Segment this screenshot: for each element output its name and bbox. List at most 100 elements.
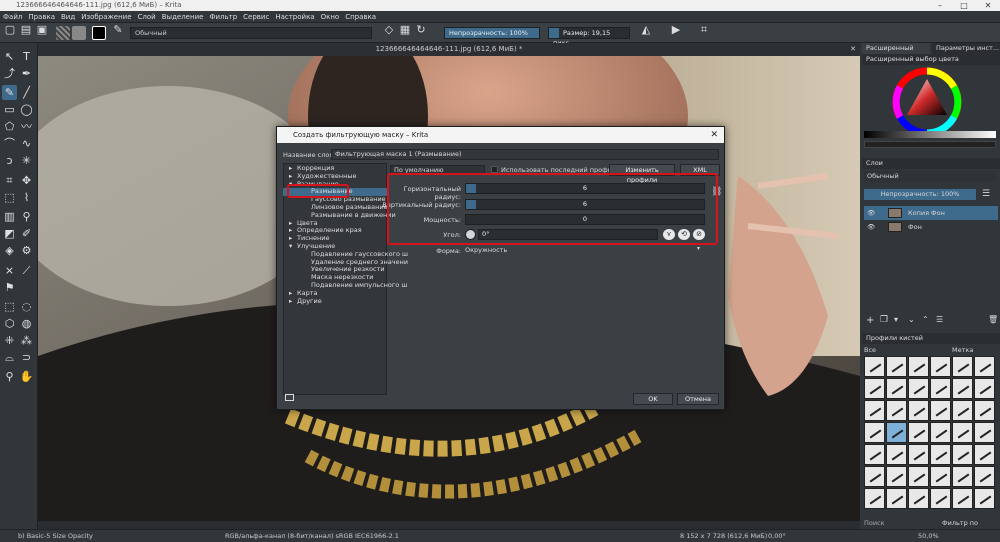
- polyline-tool-icon[interactable]: 〰: [19, 119, 34, 134]
- freehand-path-icon[interactable]: ∿: [19, 136, 34, 151]
- ok-button[interactable]: OK: [633, 393, 673, 405]
- bezier-select-icon[interactable]: ⌓: [2, 350, 17, 365]
- menu-item[interactable]: Настройка: [272, 11, 317, 23]
- edit-shapes-icon[interactable]: ⤴: [2, 66, 17, 81]
- brush-preset-thumbnail[interactable]: [864, 400, 885, 421]
- menu-item[interactable]: Слой: [135, 11, 159, 23]
- zoom-status[interactable]: 50,0%: [918, 530, 939, 542]
- eraser-mode-icon[interactable]: ◇: [383, 23, 395, 37]
- brush-tag-label[interactable]: Метка: [952, 346, 992, 355]
- size-slider[interactable]: Размер: 19,15 пикс.: [548, 27, 630, 47]
- brush-preset-thumbnail[interactable]: [908, 488, 929, 509]
- layer-row[interactable]: 👁 Копия Фон: [864, 206, 998, 220]
- brush-preset-thumbnail[interactable]: [908, 444, 929, 465]
- brush-preset-thumbnail[interactable]: [952, 466, 973, 487]
- menu-item[interactable]: Вид: [58, 11, 78, 23]
- open-file-icon[interactable]: ▤: [20, 23, 32, 37]
- move-up-icon[interactable]: ⌃: [922, 315, 929, 324]
- tab-advanced-color[interactable]: Расширенный выб...: [862, 43, 930, 63]
- brush-preset-thumbnail[interactable]: [886, 378, 907, 399]
- brush-preset-thumbnail[interactable]: [864, 466, 885, 487]
- brush-preset-thumbnail[interactable]: [908, 466, 929, 487]
- use-last-profile-checkbox[interactable]: [491, 166, 498, 173]
- brush-preset-thumbnail[interactable]: [952, 422, 973, 443]
- brush-preset-thumbnail[interactable]: [974, 356, 995, 377]
- brush-search-input[interactable]: Поиск: [864, 519, 934, 528]
- menu-item[interactable]: Выделение: [159, 11, 207, 23]
- close-window-button[interactable]: ✕: [976, 0, 1000, 11]
- brush-preset-thumbnail[interactable]: [974, 444, 995, 465]
- rectangle-tool-icon[interactable]: ▭: [2, 102, 17, 117]
- zoom-tool-icon[interactable]: ⚲: [2, 369, 17, 384]
- wrap-around-icon[interactable]: ⌗: [698, 23, 710, 37]
- gradient-tool-icon[interactable]: ▥: [2, 209, 17, 224]
- enclose-fill-icon[interactable]: ⚙: [19, 243, 34, 258]
- text-tool-icon[interactable]: T: [19, 49, 34, 64]
- save-icon[interactable]: ▣: [36, 23, 48, 37]
- rect-select-icon[interactable]: ⬚: [2, 299, 17, 314]
- brush-preset-thumbnail[interactable]: [930, 356, 951, 377]
- layer-properties-icon[interactable]: ☰: [936, 315, 943, 324]
- measure-tool-icon[interactable]: ⟋: [19, 263, 34, 278]
- opacity-slider[interactable]: Непрозрачность: 100%: [444, 27, 540, 39]
- brush-preset-thumbnail[interactable]: [974, 488, 995, 509]
- cancel-button[interactable]: Отмена: [677, 393, 719, 405]
- assistant-tool-icon[interactable]: ⨯: [2, 263, 17, 278]
- reference-tool-icon[interactable]: ⚑: [2, 280, 17, 295]
- value-strip[interactable]: [864, 131, 996, 138]
- brush-preset-thumbnail[interactable]: [886, 400, 907, 421]
- transform-tool-icon[interactable]: ⬚: [2, 190, 17, 205]
- brush-preset-thumbnail[interactable]: [886, 466, 907, 487]
- preview-toggle-icon[interactable]: [285, 394, 294, 401]
- brush-preset-thumbnail[interactable]: [930, 444, 951, 465]
- brush-preset-thumbnail[interactable]: [952, 488, 973, 509]
- duplicate-layer-icon[interactable]: ❐: [880, 315, 888, 325]
- menu-item[interactable]: Окно: [318, 11, 343, 23]
- visibility-eye-icon[interactable]: 👁: [867, 220, 875, 234]
- move-down-icon[interactable]: ⌄: [908, 315, 915, 324]
- brush-preset-thumbnail[interactable]: [952, 378, 973, 399]
- delete-layer-icon[interactable]: 🗑: [988, 315, 998, 324]
- color-history[interactable]: [864, 141, 996, 148]
- filter-tree-item[interactable]: ▸ Другие: [283, 297, 387, 306]
- tree-arrow-icon[interactable]: ▸: [289, 297, 297, 306]
- brush-preset-thumbnail[interactable]: [886, 488, 907, 509]
- layers-menu-icon[interactable]: ☰: [982, 189, 990, 199]
- magnetic-select-icon[interactable]: ⊃: [19, 350, 34, 365]
- brush-preset-thumbnail[interactable]: [930, 488, 951, 509]
- fill-tool-icon[interactable]: ◈: [2, 243, 17, 258]
- dialog-close-icon[interactable]: ✕: [710, 127, 718, 143]
- brush-preset-thumbnail[interactable]: [930, 422, 951, 443]
- crop-tool-icon[interactable]: ⌗: [2, 173, 17, 188]
- move-tool-icon[interactable]: ✥: [19, 173, 34, 188]
- warp-tool-icon[interactable]: ⌇: [19, 190, 34, 205]
- brush-preset-thumbnail[interactable]: [864, 356, 885, 377]
- brush-preset-thumbnail[interactable]: [908, 356, 929, 377]
- outline-select-icon[interactable]: ◍: [19, 316, 34, 331]
- brush-preset-thumbnail[interactable]: [930, 400, 951, 421]
- pan-tool-icon[interactable]: ✋: [19, 369, 34, 384]
- brush-tag-select[interactable]: Все: [864, 346, 934, 355]
- tab-tool-options[interactable]: Параметры инст...: [932, 43, 1000, 54]
- horizontal-scrollbar[interactable]: [38, 521, 860, 529]
- gradient-swatch[interactable]: [56, 26, 70, 40]
- pattern-swatch[interactable]: [72, 26, 86, 40]
- multibrush-icon[interactable]: ✳: [19, 153, 34, 168]
- brush-preset-thumbnail[interactable]: [974, 400, 995, 421]
- brush-preset-thumbnail[interactable]: [952, 356, 973, 377]
- colorize-mask-icon[interactable]: ◩: [2, 226, 17, 241]
- layer-row[interactable]: 👁 Фон: [864, 220, 998, 234]
- new-file-icon[interactable]: ▢: [4, 23, 16, 37]
- freehand-brush-icon[interactable]: ✎: [2, 85, 17, 100]
- mirror-horizontal-icon[interactable]: ◭: [640, 23, 652, 37]
- brush-preset-thumbnail[interactable]: [952, 400, 973, 421]
- tree-arrow-icon[interactable]: ▾: [289, 242, 297, 251]
- ellipse-select-icon[interactable]: ◌: [19, 299, 34, 314]
- brush-preset-thumbnail[interactable]: [886, 422, 907, 443]
- polygon-tool-icon[interactable]: ⬠: [2, 119, 17, 134]
- foreground-color-swatch[interactable]: [92, 26, 106, 40]
- brush-preset-thumbnail[interactable]: [930, 378, 951, 399]
- mirror-vertical-icon[interactable]: ▶: [670, 23, 682, 37]
- brush-preset-thumbnail[interactable]: [864, 444, 885, 465]
- brush-preset-thumbnail[interactable]: [908, 400, 929, 421]
